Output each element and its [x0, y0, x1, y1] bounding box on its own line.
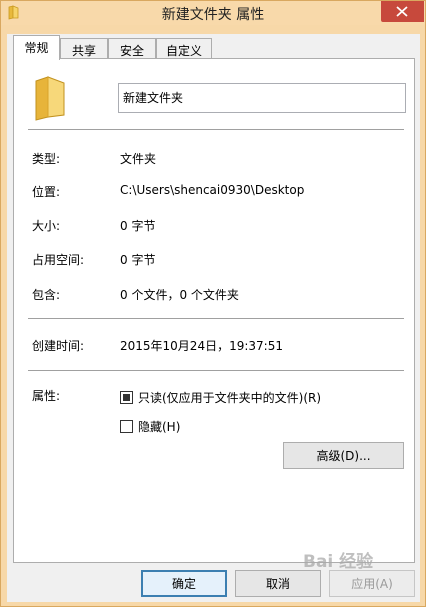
ok-button[interactable]: 确定: [141, 570, 227, 597]
created-value: 2015年10月24日，19:37:51: [120, 339, 283, 353]
general-panel: 新建文件夹 类型: 文件夹 位置: C:\Users\shencai0930\D…: [13, 58, 415, 563]
contains-label: 包含:: [32, 288, 61, 302]
location-label: 位置:: [32, 185, 61, 199]
readonly-checkbox-label[interactable]: 只读(仅应用于文件夹中的文件)(R): [138, 389, 321, 406]
separator: [28, 318, 404, 319]
contains-value: 0 个文件，0 个文件夹: [120, 288, 239, 302]
attributes-label: 属性:: [32, 389, 61, 403]
dialog-client: 常规 共享 安全 自定义 新建文件夹 类型: 文件夹 位置: C:\Users\…: [7, 34, 420, 602]
advanced-button[interactable]: 高级(D)...: [283, 442, 404, 469]
size-label: 大小:: [32, 219, 61, 233]
hidden-checkbox-label[interactable]: 隐藏(H): [138, 418, 180, 435]
type-value: 文件夹: [120, 152, 157, 166]
separator: [28, 370, 404, 371]
readonly-checkbox[interactable]: [120, 391, 133, 404]
properties-window: 新建文件夹 属性 常规 共享 安全 自定义 新建文件夹 类型: 文件夹 位置: …: [0, 0, 426, 607]
created-label: 创建时间:: [32, 339, 85, 353]
folder-name-input[interactable]: 新建文件夹: [118, 83, 406, 113]
tab-label: 共享: [71, 44, 96, 58]
tab-label: 自定义: [165, 44, 202, 58]
tab-general[interactable]: 常规: [13, 35, 60, 60]
apply-button[interactable]: 应用(A): [329, 570, 415, 597]
size-on-disk-value: 0 字节: [120, 253, 156, 267]
tab-customize[interactable]: 自定义: [156, 38, 212, 59]
type-label: 类型:: [32, 152, 61, 166]
close-icon: [396, 6, 408, 17]
title-bar[interactable]: 新建文件夹 属性: [1, 1, 425, 25]
close-button[interactable]: [381, 1, 424, 22]
location-value: C:\Users\shencai0930\Desktop: [120, 183, 305, 197]
separator: [28, 129, 404, 130]
tab-sharing[interactable]: 共享: [60, 38, 108, 59]
hidden-checkbox[interactable]: [120, 420, 133, 433]
folder-icon: [33, 73, 69, 126]
size-on-disk-label: 占用空间:: [32, 253, 85, 267]
window-title: 新建文件夹 属性: [161, 7, 265, 23]
size-value: 0 字节: [120, 219, 156, 233]
tab-security[interactable]: 安全: [108, 38, 156, 59]
tab-label: 常规: [24, 41, 49, 55]
tab-label: 安全: [119, 44, 144, 58]
cancel-button[interactable]: 取消: [235, 570, 321, 597]
